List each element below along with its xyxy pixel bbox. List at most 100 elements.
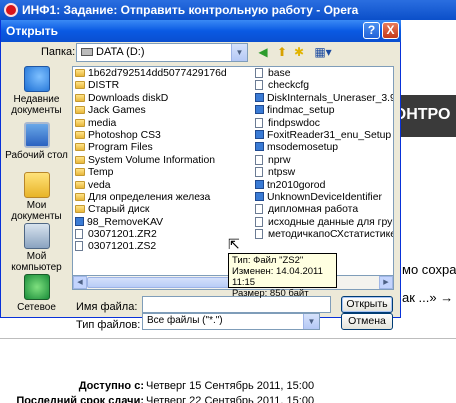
folder-icon (75, 143, 85, 152)
folder-icon (75, 168, 85, 177)
file-list-item[interactable]: UnknownDeviceIdentifier (255, 191, 393, 204)
file-list-item[interactable]: tn2010gorod (255, 179, 393, 192)
file-name: Photoshop CS3 (88, 129, 161, 141)
file-name: FoxitReader31_enu_Setup (267, 129, 392, 141)
file-icon (255, 167, 263, 178)
new-folder-icon[interactable]: ✱ (291, 44, 307, 60)
file-name: findpswdoc (268, 117, 320, 129)
help-button[interactable]: ? (363, 22, 380, 39)
folder-label: Папка: (41, 46, 76, 58)
file-name: veda (88, 179, 111, 191)
folder-select[interactable]: DATA (D:) ▼ (76, 43, 248, 62)
file-list-item[interactable]: msodemosetup (255, 142, 393, 154)
file-list-item[interactable]: исходные данные для группировки (255, 216, 393, 229)
folder-icon (75, 93, 85, 102)
place-network[interactable]: Сетевое (4, 274, 69, 313)
folder-select-value: DATA (D:) (96, 46, 145, 58)
tooltip-type: Тип: Файл "ZS2" (232, 255, 304, 266)
file-name: tn2010gorod (267, 179, 326, 191)
up-folder-icon[interactable]: ⬆ (274, 44, 290, 60)
file-list-item[interactable]: дипломная работа (255, 204, 393, 216)
file-name: base (268, 68, 291, 79)
folder-icon (75, 81, 85, 90)
file-name: DISTR (88, 80, 120, 92)
file-list-item[interactable]: 03071201.ZS2 (75, 241, 253, 253)
open-button[interactable]: Открыть (341, 296, 393, 313)
file-name: 98_RemoveKAV (87, 216, 164, 228)
file-list-item[interactable]: 03071201.ZR2 (75, 229, 253, 241)
file-list-item[interactable]: Program Files (75, 142, 253, 154)
filename-label: Имя файла: (76, 301, 138, 313)
file-list-item[interactable]: ntpsw (255, 167, 393, 179)
page-text-line-1: мо сохра (402, 262, 456, 277)
file-list-item[interactable]: nprw (255, 154, 393, 167)
dialog-titlebar[interactable]: Открыть (1, 20, 401, 42)
file-list-item[interactable]: Photoshop CS3 (75, 130, 253, 142)
file-list-item[interactable]: DISTR (75, 80, 253, 92)
file-name: 03071201.ZR2 (88, 229, 157, 241)
folder-icon (75, 205, 85, 214)
place-my-computer[interactable]: Мой компьютер (4, 223, 69, 273)
file-name: msodemosetup (267, 142, 339, 154)
file-list-column-1: 1b62d792514dd5077429176d DISTR Downloads d… (75, 68, 253, 254)
my-computer-icon (23, 223, 50, 249)
place-desktop[interactable]: Рабочий стол (4, 122, 69, 161)
file-name: ntpsw (268, 167, 296, 179)
place-label: Недавние документы (11, 94, 62, 116)
file-list-item[interactable]: FoxitReader31_enu_Setup (255, 129, 393, 142)
file-list-item[interactable]: DiskInternals_Uneraser_3.91_Rus_+ (255, 92, 393, 105)
file-icon (255, 68, 263, 78)
application-icon (75, 216, 84, 226)
recent-documents-icon (23, 66, 50, 92)
filetype-select[interactable]: Все файлы ("*.") ▼ (142, 313, 320, 330)
mouse-cursor-icon: ⇱ (228, 236, 240, 252)
file-list-item[interactable]: Jack Games (75, 105, 253, 117)
folder-icon (75, 118, 85, 127)
scroll-right-icon[interactable]: ▶ (379, 276, 393, 289)
my-documents-icon (23, 172, 50, 198)
place-recent-documents[interactable]: Недавние документы (4, 66, 69, 116)
file-list-item[interactable]: Temp (75, 167, 253, 179)
scroll-left-icon[interactable]: ◀ (73, 276, 87, 289)
application-icon (255, 179, 264, 189)
file-icon (255, 204, 263, 215)
file-list-item[interactable]: veda (75, 180, 253, 192)
file-list-item[interactable]: System Volume Information (75, 155, 253, 167)
folder-icon (75, 69, 85, 77)
file-list-item[interactable]: checkcfg (255, 80, 393, 92)
file-tooltip: Тип: Файл "ZS2" Изменен: 14.04.2011 11:1… (228, 253, 337, 299)
place-my-documents[interactable]: Мои документы (4, 172, 69, 222)
file-name: методичкапоСХстатистике.rar (268, 229, 393, 241)
file-list-item[interactable]: Для определения железа (75, 192, 253, 204)
file-list-item[interactable]: 98_RemoveKAV (75, 216, 253, 229)
file-icon (255, 80, 263, 91)
back-icon[interactable]: ◀ (255, 44, 271, 60)
file-name: Downloads diskD (88, 92, 169, 104)
views-menu-icon[interactable]: ▦▾ (312, 44, 334, 60)
file-list-item[interactable]: методичкапоСХстатистике.rar (255, 229, 393, 241)
deadline-value: Четверг 22 Сентябрь 2011, 15:00 (146, 395, 315, 403)
file-list-item[interactable]: base (255, 68, 393, 80)
file-name: UnknownDeviceIdentifier (267, 191, 382, 203)
file-name: findmac_setup (267, 105, 335, 117)
chevron-down-icon[interactable]: ▼ (303, 314, 319, 329)
page-text-line-2[interactable]: ак ...» → (402, 290, 453, 305)
filetype-label: Тип файлов: (76, 319, 141, 331)
close-button[interactable]: X (382, 22, 399, 39)
desktop-icon (23, 122, 50, 148)
file-list-item[interactable]: findmac_setup (255, 105, 393, 117)
tooltip-modified: Изменен: 14.04.2011 11:15 (232, 266, 323, 288)
network-icon (23, 274, 50, 300)
file-list-item[interactable]: Downloads diskD (75, 93, 253, 105)
application-icon (255, 142, 264, 152)
file-list-item[interactable]: findpswdoc (255, 117, 393, 130)
file-list-item[interactable]: 1b62d792514dd5077429176d (75, 68, 253, 80)
file-icon (255, 154, 263, 165)
cancel-button[interactable]: Отмена (341, 313, 393, 330)
chevron-down-icon[interactable]: ▼ (231, 44, 247, 61)
file-list-item[interactable]: Старый диск (75, 204, 253, 216)
file-name: Jack Games (88, 105, 146, 117)
folder-icon (75, 180, 85, 189)
folder-icon (75, 155, 85, 164)
file-list-item[interactable]: media (75, 118, 253, 130)
